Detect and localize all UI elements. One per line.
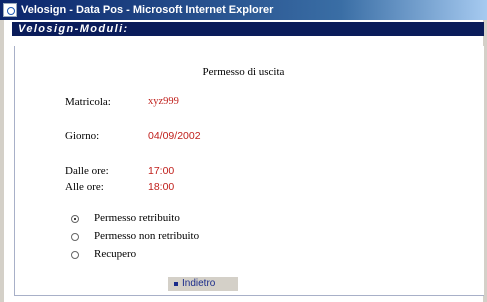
matricola-value: xyz999 <box>148 96 179 107</box>
indietro-button-label: Indietro <box>182 278 216 289</box>
permesso-retribuito-label: Permesso retribuito <box>94 212 180 224</box>
recupero-label: Recupero <box>94 248 137 260</box>
dalle-ore-value: 17:00 <box>148 165 175 177</box>
module-header-title: Velosign-Moduli: <box>18 23 129 35</box>
matricola-label: Matricola: <box>65 96 111 108</box>
permesso-non-retribuito-label: Permesso non retribuito <box>94 230 200 242</box>
indietro-button[interactable]: Indietro <box>168 277 238 291</box>
alle-ore-value: 18:00 <box>148 181 175 193</box>
giorno-value: 04/09/2002 <box>148 130 201 142</box>
permesso-non-retribuito-radio[interactable] <box>71 233 79 241</box>
dalle-ore-label: Dalle ore: <box>65 165 109 177</box>
module-header: Velosign-Moduli: <box>12 22 487 36</box>
alle-ore-label: Alle ore: <box>65 181 104 193</box>
giorno-label: Giorno: <box>65 130 100 142</box>
recupero-radio[interactable] <box>71 251 79 259</box>
permesso-retribuito-radio[interactable] <box>71 215 79 223</box>
window-title-bar[interactable]: Velosign - Data Pos - Microsoft Internet… <box>0 0 487 20</box>
bullet-icon <box>174 282 178 286</box>
form-title: Permesso di uscita <box>202 66 285 78</box>
internet-explorer-icon <box>3 3 17 17</box>
window-title: Velosign - Data Pos - Microsoft Internet… <box>21 4 274 16</box>
